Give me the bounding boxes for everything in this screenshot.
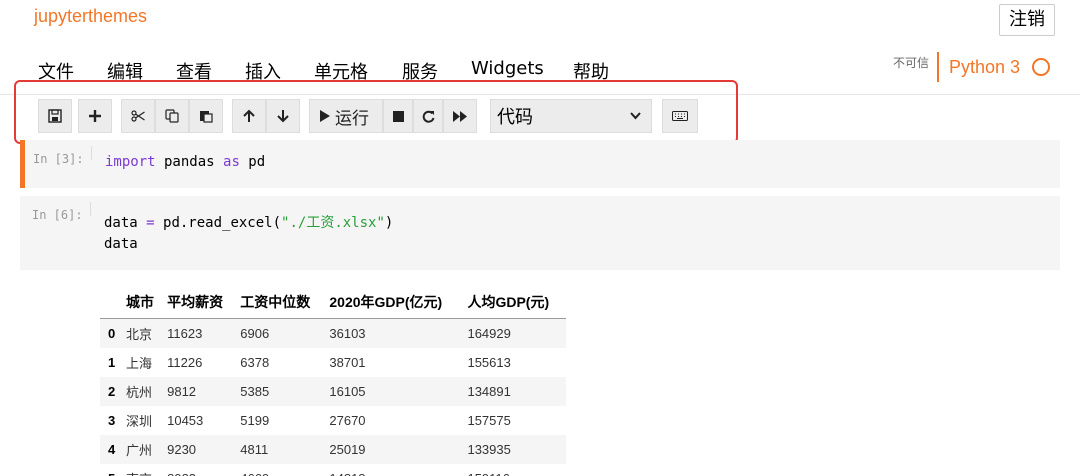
kernel-idle-icon — [1032, 58, 1051, 76]
trust-status[interactable]: 不可信 — [893, 54, 929, 71]
code-line[interactable]: data — [104, 236, 138, 252]
table-cell: 14818 — [325, 464, 463, 476]
table-cell: 6378 — [240, 355, 270, 370]
table-row: 0 北京 11623 6906 36103 164929 — [100, 318, 566, 348]
table-cell: 8983 — [163, 464, 236, 476]
row-index: 2 — [100, 377, 122, 406]
menu-widgets[interactable]: Widgets — [471, 58, 544, 79]
kernel-name[interactable]: Python 3 — [949, 57, 1020, 78]
table-cell: 深圳 — [125, 414, 152, 429]
table-cell: 4669 — [236, 464, 325, 476]
code-cell[interactable]: In [3]: import pandas as pd — [20, 140, 1060, 188]
table-cell: 157575 — [467, 413, 511, 428]
row-index: 0 — [100, 318, 122, 348]
table-cell: 36103 — [325, 318, 464, 348]
table-cell: 9812 — [163, 377, 237, 406]
table-cell: 北京 — [121, 318, 164, 348]
table-cell: 25019 — [325, 435, 464, 464]
column-header: 人均GDP(元) — [463, 286, 566, 319]
app-title[interactable]: jupyterthemes — [34, 6, 147, 27]
logout-button[interactable]: 注销 — [999, 4, 1055, 36]
code-line[interactable]: data = pd.read_excel("./工资.xlsx") — [104, 212, 393, 232]
row-index: 1 — [108, 355, 116, 370]
table-cell: 杭州 — [121, 377, 164, 406]
row-index: 3 — [108, 413, 116, 428]
prompt-divider — [90, 202, 91, 216]
code-cell[interactable]: In [6]: data = pd.read_excel("./工资.xlsx"… — [20, 196, 1060, 270]
kernel-separator — [937, 52, 940, 82]
code-line[interactable]: import pandas as pd — [105, 154, 265, 170]
table-cell: 134891 — [463, 377, 566, 406]
table-header-row: 城市 平均薪资 工资中位数 2020年GDP(亿元) 人均GDP(元) — [100, 286, 566, 319]
table-cell: 南京 — [122, 464, 163, 476]
table-cell: 4811 — [236, 435, 326, 464]
table-cell: 广州 — [121, 435, 164, 464]
table-cell: 159116 — [463, 464, 566, 476]
table-cell: 5199 — [240, 413, 270, 428]
table-row: 2 杭州 9812 5385 16105 134891 — [100, 377, 566, 406]
column-header: 工资中位数 — [236, 286, 326, 319]
column-header: 城市 — [121, 286, 164, 319]
row-index: 5 — [100, 464, 122, 476]
input-prompt: In [6]: — [32, 208, 83, 222]
row-index: 4 — [100, 435, 122, 464]
table-cell: 11623 — [163, 318, 237, 348]
table-cell: 11226 — [167, 355, 203, 370]
table-cell: 10453 — [167, 413, 204, 428]
table-cell: 16105 — [325, 377, 464, 406]
column-header — [100, 286, 122, 319]
table-row: 5 南京 8983 4669 14818 159116 — [100, 464, 566, 476]
table-cell: 6906 — [236, 318, 326, 348]
table-cell: 9230 — [163, 435, 237, 464]
table-row: 4 广州 9230 4811 25019 133935 — [100, 435, 566, 464]
toolbar-highlight-box — [14, 80, 738, 144]
column-header: 2020年GDP(亿元) — [325, 286, 464, 319]
column-header: 平均薪资 — [163, 286, 237, 319]
table-cell: 164929 — [463, 318, 566, 348]
table-row: 1 上海 11226 6378 38701 155613 — [100, 348, 566, 377]
table-cell: 5385 — [236, 377, 326, 406]
table-cell: 155613 — [467, 355, 511, 370]
prompt-divider — [91, 146, 92, 160]
input-prompt: In [3]: — [33, 152, 84, 166]
table-row: 3 深圳 10453 5199 27670 157575 — [100, 406, 566, 435]
dataframe-output: 城市 平均薪资 工资中位数 2020年GDP(亿元) 人均GDP(元) 0 北京… — [100, 286, 566, 476]
table-cell: 38701 — [329, 355, 366, 370]
kernel-indicator: 不可信 Python 3 — [893, 50, 1051, 84]
table-cell: 27670 — [329, 413, 366, 428]
table-cell: 133935 — [463, 435, 566, 464]
table-cell: 上海 — [125, 356, 152, 371]
